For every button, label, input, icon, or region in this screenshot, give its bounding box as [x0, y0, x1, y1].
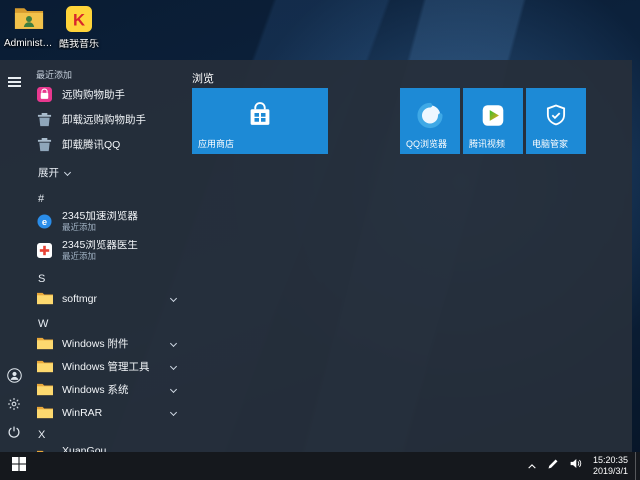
administrator-folder-icon	[14, 6, 44, 36]
system-tray: 15:20:35 2019/3/1	[522, 452, 640, 480]
chevron-down-icon	[169, 339, 178, 348]
group-header-w[interactable]: W	[32, 310, 188, 332]
desktop-icon-label: Administra...	[4, 38, 54, 49]
app-item-label: 2345加速浏览器	[62, 210, 138, 222]
folder-icon	[36, 381, 53, 398]
windows-logo-icon	[12, 456, 26, 476]
tile-tencent-video[interactable]: 腾讯视频	[463, 88, 523, 154]
kuwo-music-icon: K	[66, 6, 92, 37]
app-item-sublabel: 最近添加	[62, 222, 97, 233]
app-item-label: softmgr	[62, 292, 98, 305]
app-item-uninstall-qq[interactable]: 卸载腾讯QQ	[32, 132, 188, 157]
tile-qq-browser[interactable]: QQ浏览器	[400, 88, 460, 154]
app-item-shopping-assistant[interactable]: 远购购物助手	[32, 82, 188, 107]
app-item-label: WinRAR	[62, 406, 103, 419]
app-item-label: 卸载远购购物助手	[62, 114, 146, 126]
pc-manager-shield-icon	[543, 103, 569, 134]
app-item-uninstall-shopping-assistant[interactable]: 卸载远购购物助手	[32, 107, 188, 132]
gear-icon	[7, 397, 21, 416]
microsoft-store-icon	[245, 101, 275, 136]
group-header-x[interactable]: X	[32, 424, 188, 442]
app-folder-xuangou[interactable]: XuanGou 最近添加	[32, 442, 188, 452]
tile-pc-manager[interactable]: 电脑管家	[526, 88, 586, 154]
group-header-hash[interactable]: #	[32, 185, 188, 207]
pen-icon	[547, 457, 559, 475]
expand-label: 展开	[38, 166, 59, 179]
chevron-up-icon	[527, 457, 537, 475]
recently-added-header: 最近添加	[36, 70, 73, 80]
pen-workspace-button[interactable]	[542, 452, 564, 480]
tile-group-label[interactable]: 浏览	[192, 70, 632, 86]
folder-icon	[36, 335, 53, 352]
app-folder-windows-admin-tools[interactable]: Windows 管理工具	[32, 355, 188, 378]
tile-label: 电脑管家	[532, 139, 569, 149]
browser-doctor-icon	[36, 242, 53, 259]
app-item-2345-browser[interactable]: e 2345加速浏览器 最近添加	[32, 207, 188, 236]
user-avatar-icon	[6, 368, 22, 388]
speaker-icon	[569, 457, 582, 475]
app-folder-windows-system[interactable]: Windows 系统	[32, 378, 188, 401]
start-button[interactable]	[0, 452, 38, 480]
desktop-wallpaper: Administra... K 酷我音乐	[0, 0, 640, 480]
desktop-icon-administrator[interactable]: Administra...	[4, 6, 54, 49]
shopping-assistant-icon	[36, 86, 53, 103]
hamburger-menu-button[interactable]	[0, 70, 28, 94]
show-desktop-button[interactable]	[635, 452, 640, 480]
clock-date: 2019/3/1	[592, 466, 628, 476]
chevron-down-icon	[169, 385, 178, 394]
folder-icon	[36, 290, 53, 307]
hidden-icons-button[interactable]	[522, 452, 542, 480]
chevron-down-icon	[169, 408, 178, 417]
qq-browser-icon	[417, 103, 443, 134]
desktop-icon-kuwo-music[interactable]: K 酷我音乐	[54, 6, 104, 50]
volume-button[interactable]	[564, 452, 587, 480]
settings-button[interactable]	[0, 394, 28, 418]
clock-time: 15:20:35	[592, 455, 628, 465]
power-icon	[7, 425, 21, 444]
start-menu-tiles: 浏览 应用商店 QQ浏览器 腾讯视频 电脑管家	[188, 60, 632, 452]
folder-icon	[36, 358, 53, 375]
folder-icon	[36, 404, 53, 421]
start-menu-app-list: 最近添加 远购购物助手 卸载远购购物助手 卸载腾讯QQ 展开 # e 2345加…	[28, 60, 188, 452]
2345-browser-icon: e	[36, 213, 53, 230]
chevron-down-icon	[169, 362, 178, 371]
start-menu-rail	[0, 60, 28, 452]
group-header-s[interactable]: S	[32, 265, 188, 287]
svg-text:K: K	[73, 11, 85, 30]
tile-label: 应用商店	[198, 139, 235, 149]
app-item-label: 2345浏览器医生	[62, 239, 138, 251]
start-menu: 最近添加 远购购物助手 卸载远购购物助手 卸载腾讯QQ 展开 # e 2345加…	[0, 60, 632, 452]
chevron-down-icon	[169, 294, 178, 303]
app-item-sublabel: 最近添加	[62, 251, 97, 262]
tile-label: QQ浏览器	[406, 139, 448, 149]
chevron-down-icon	[63, 168, 72, 176]
app-item-2345-browser-doctor[interactable]: 2345浏览器医生 最近添加	[32, 236, 188, 265]
uninstaller-icon	[36, 111, 53, 128]
app-item-label: Windows 系统	[62, 384, 129, 396]
hamburger-icon	[7, 74, 21, 89]
app-folder-softmgr[interactable]: softmgr	[32, 287, 188, 310]
app-item-label: 远购购物助手	[62, 89, 125, 101]
app-folder-windows-accessories[interactable]: Windows 附件	[32, 332, 188, 355]
app-item-label: Windows 附件	[62, 338, 129, 350]
taskbar: 15:20:35 2019/3/1	[0, 452, 640, 480]
uninstaller-icon	[36, 136, 53, 153]
power-button[interactable]	[0, 422, 28, 446]
svg-text:e: e	[42, 217, 47, 227]
tile-label: 腾讯视频	[469, 139, 506, 149]
tencent-video-icon	[480, 103, 506, 134]
app-folder-winrar[interactable]: WinRAR	[32, 401, 188, 424]
user-account-button[interactable]	[0, 366, 28, 390]
tile-app-store[interactable]: 应用商店	[192, 88, 328, 154]
app-item-label: Windows 管理工具	[62, 361, 150, 373]
app-item-label: 卸载腾讯QQ	[62, 139, 121, 151]
taskbar-clock[interactable]: 15:20:35 2019/3/1	[587, 455, 635, 477]
expand-button[interactable]: 展开	[32, 159, 188, 185]
desktop-icon-label: 酷我音乐	[59, 39, 99, 50]
